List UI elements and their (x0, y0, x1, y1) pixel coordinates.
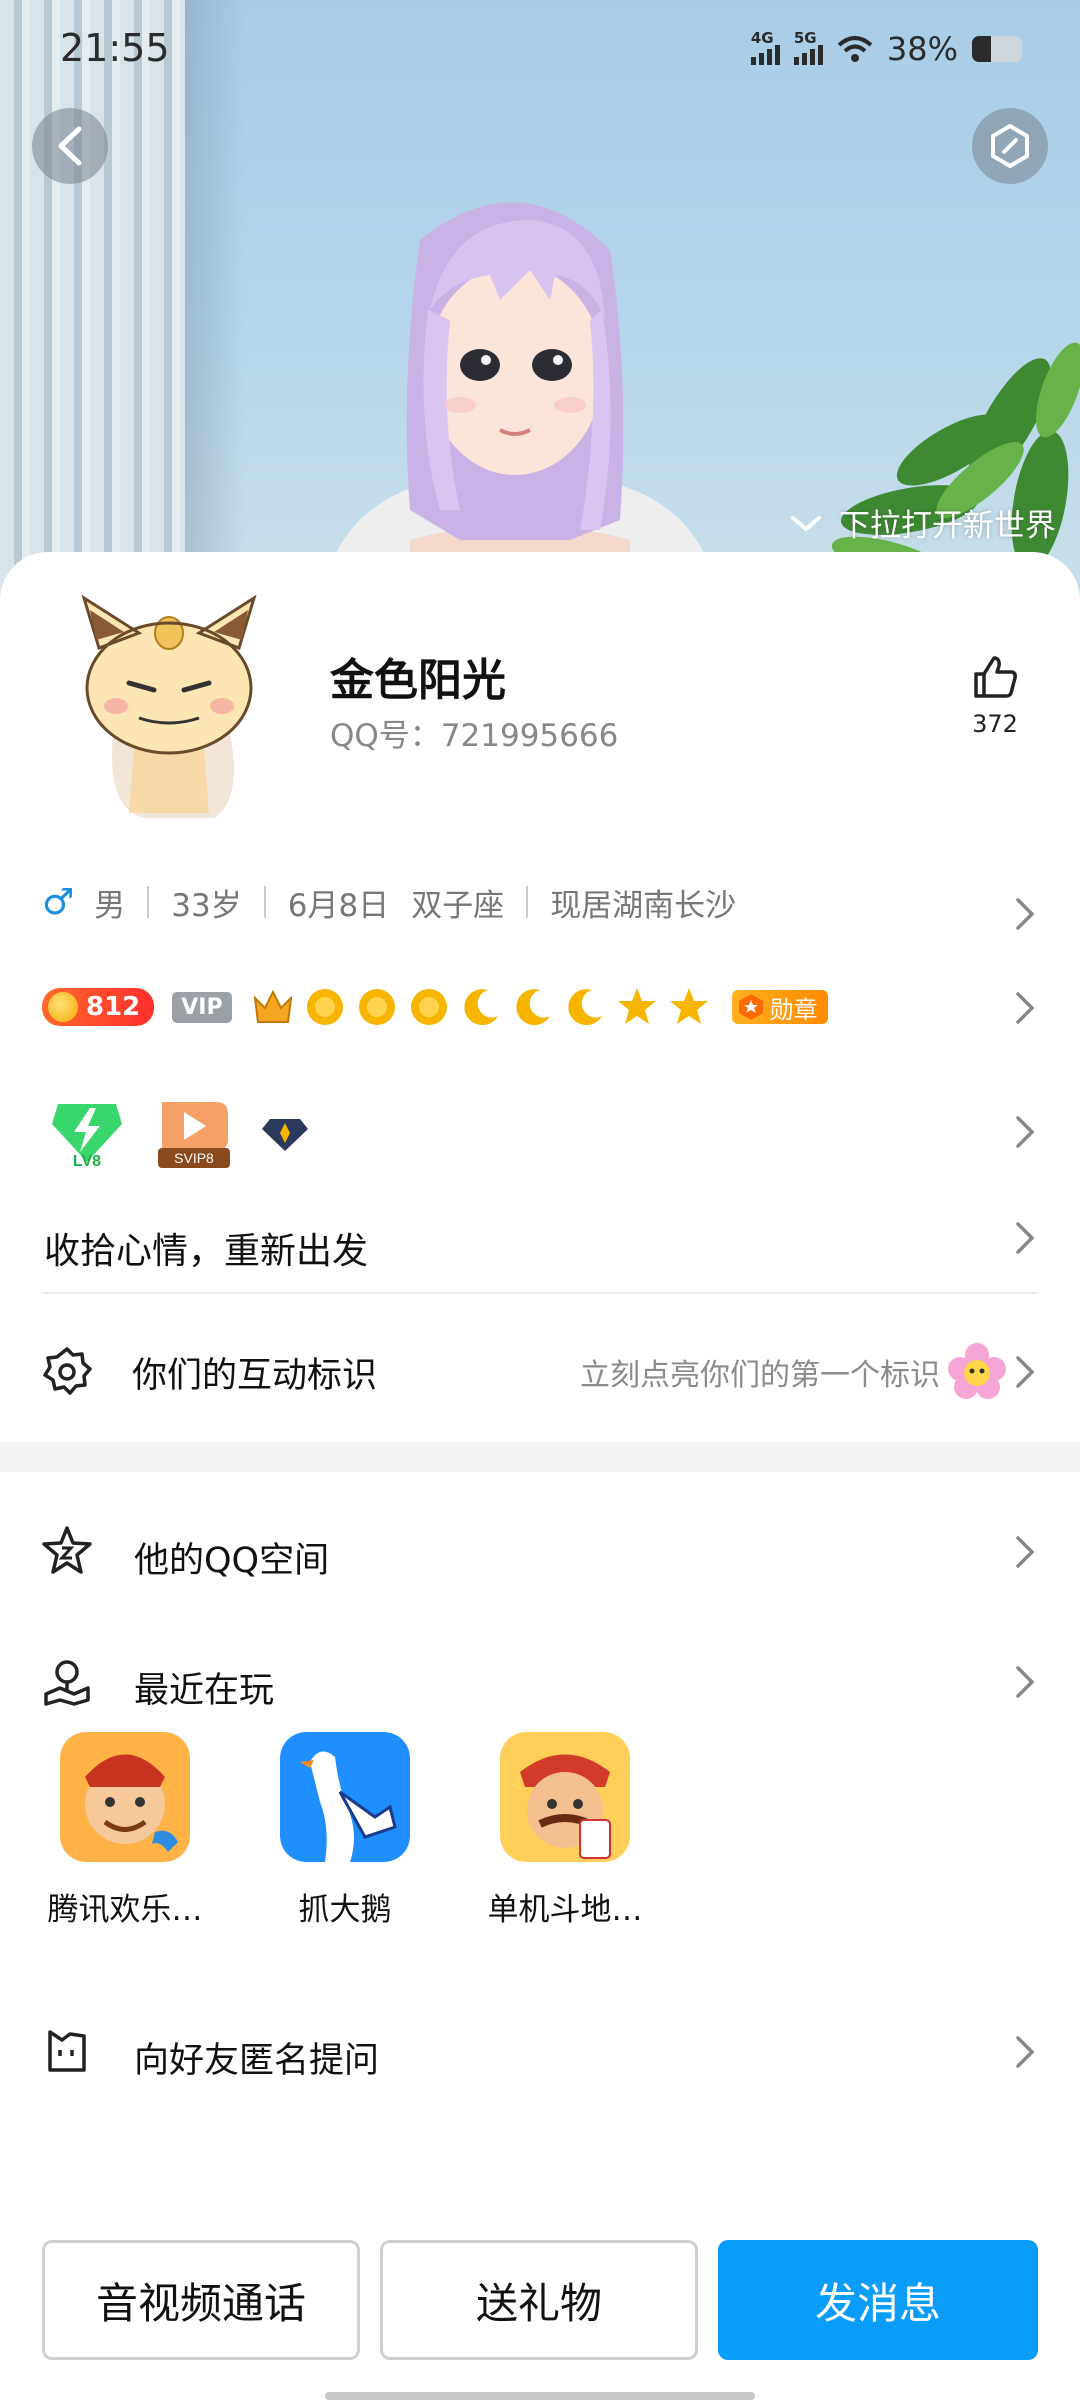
star-icon (617, 988, 656, 1024)
qq-number[interactable]: QQ号：721995666 (330, 710, 618, 755)
medal-icon (738, 994, 763, 1020)
profile-cover[interactable]: 21:55 4G 5G 38% 下拉打开新世界 (0, 0, 1080, 600)
interaction-mark-title: 你们的互动标识 (132, 1355, 378, 1396)
game-name: 抓大鹅 (298, 1892, 392, 1928)
points-value: 812 (86, 992, 141, 1022)
profile-avatar[interactable] (44, 578, 294, 828)
moon-icon (567, 989, 602, 1026)
status-bar: 21:55 4G 5G 38% (0, 22, 1080, 78)
game-item[interactable]: 腾讯欢乐… (40, 1732, 210, 1929)
interaction-mark-hint: 立刻点亮你们的第一个标识 (580, 1358, 940, 1393)
recent-games-list: 腾讯欢乐… 抓大鹅 单机斗地… (0, 1732, 1080, 1932)
game-icon-landlord (60, 1732, 190, 1862)
like-count: 372 (972, 710, 1018, 738)
thumbs-up-icon (974, 656, 1017, 698)
interaction-chevron-right-icon (1016, 1356, 1035, 1388)
star-icon (669, 988, 708, 1024)
svg-text:SVIP8: SVIP8 (174, 1150, 214, 1166)
chevron-down-icon (791, 515, 821, 532)
sun-icon (410, 989, 447, 1025)
male-icon: ♂ (42, 881, 75, 923)
qzone-chevron-right-icon (1016, 1536, 1035, 1568)
points-badge: 812 (42, 988, 155, 1026)
basic-info-row[interactable]: ♂ 男 33岁 6月8日 双子座 现居湖南长沙 (42, 872, 1080, 932)
game-item[interactable]: 抓大鹅 (260, 1732, 430, 1929)
crown-icon (253, 989, 292, 1023)
game-item[interactable]: 单机斗地… (480, 1732, 650, 1929)
moon-icon (463, 989, 498, 1026)
medal-label: 勋章 (769, 995, 818, 1024)
anonymous-question-label: 向好友匿名提问 (134, 2041, 380, 2081)
moon-icon (515, 989, 550, 1026)
location: 现居湖南长沙 (550, 887, 737, 924)
interaction-mark-row[interactable]: 你们的互动标识 立刻点亮你们的第一个标识 (0, 1332, 1080, 1412)
pull-down-hint[interactable]: 下拉打开新世界 (789, 500, 1056, 545)
qzone-label: 他的QQ空间 (134, 1541, 330, 1581)
interaction-badge-icon (43, 1347, 92, 1395)
diamond-icon (262, 1119, 308, 1151)
game-icon-card-king (500, 1732, 630, 1862)
status-time: 21:55 (60, 26, 170, 70)
star-outline-icon (42, 1526, 92, 1574)
like-button[interactable]: 372 (960, 652, 1030, 738)
battery-icon (972, 36, 1022, 62)
recent-play-chevron-right-icon (1016, 1666, 1035, 1698)
home-indicator[interactable] (325, 2392, 755, 2400)
section-separator (0, 1442, 1080, 1472)
age: 33岁 (171, 887, 242, 924)
info-chevron-right-icon (1016, 898, 1035, 930)
pull-down-hint-text: 下拉打开新世界 (839, 508, 1056, 544)
game-icon-goose (280, 1732, 410, 1862)
recent-play-row[interactable]: 最近在玩 (0, 1632, 1080, 1732)
zodiac: 双子座 (411, 887, 505, 924)
cover-curtain (0, 0, 185, 600)
vip-badge: VIP (172, 991, 232, 1023)
back-button[interactable] (32, 108, 108, 184)
signal-5g-icon: 5G (793, 29, 823, 65)
birthday: 6月8日 (287, 887, 390, 924)
signature[interactable]: 收拾心情，重新出发 (44, 1222, 1080, 1274)
location-pin-icon (44, 1660, 90, 1706)
wifi-icon (837, 36, 873, 62)
sun-icon (358, 989, 395, 1025)
game-name: 腾讯欢乐… (47, 1892, 203, 1928)
divider (42, 1292, 1038, 1294)
coin-icon (48, 992, 78, 1022)
battery-percent: 38% (886, 30, 958, 68)
medal-badge: 勋章 (731, 990, 828, 1024)
recent-play-label: 最近在玩 (134, 1671, 275, 1711)
chevron-left-icon (58, 126, 82, 166)
cover-avatar-character (320, 202, 720, 600)
send-gift-button[interactable]: 送礼物 (380, 2240, 698, 2360)
svip-play-icon: SVIP8 (158, 1102, 230, 1168)
send-message-button[interactable]: 发消息 (718, 2240, 1038, 2360)
sun-icon (306, 989, 343, 1025)
question-box-icon (48, 2030, 86, 2072)
level-chevron-right-icon (1016, 992, 1035, 1024)
cover-settings-button[interactable] (972, 108, 1048, 184)
svg-text:LV8: LV8 (73, 1153, 101, 1168)
hexagon-icon (991, 124, 1029, 168)
qzone-row[interactable]: 他的QQ空间 (0, 1502, 1080, 1602)
signal-4g-icon: 4G (750, 29, 780, 65)
nickname: 金色阳光 (330, 655, 506, 706)
av-call-button[interactable]: 音视频通话 (42, 2240, 360, 2360)
lightning-lv8-icon: LV8 (52, 1104, 122, 1168)
profile-card: 金色阳光 QQ号：721995666 372 ♂ 男 33岁 6月8日 双子座 … (0, 552, 1080, 2404)
signature-chevron-right-icon (1016, 1222, 1035, 1254)
flower-icon (948, 1343, 1006, 1399)
cover-shadow (185, 0, 245, 600)
anonymous-question-row[interactable]: 向好友匿名提问 (0, 2002, 1080, 2102)
gender: 男 (94, 887, 126, 924)
game-name: 单机斗地… (487, 1892, 643, 1928)
anonymous-question-chevron-right-icon (1016, 2036, 1035, 2068)
level-row[interactable]: 812 VIP 勋章 (42, 972, 1080, 1042)
vip-chevron-right-icon (1016, 1116, 1035, 1148)
vip-icons-row[interactable]: LV8 SVIP8 (46, 1082, 1080, 1182)
